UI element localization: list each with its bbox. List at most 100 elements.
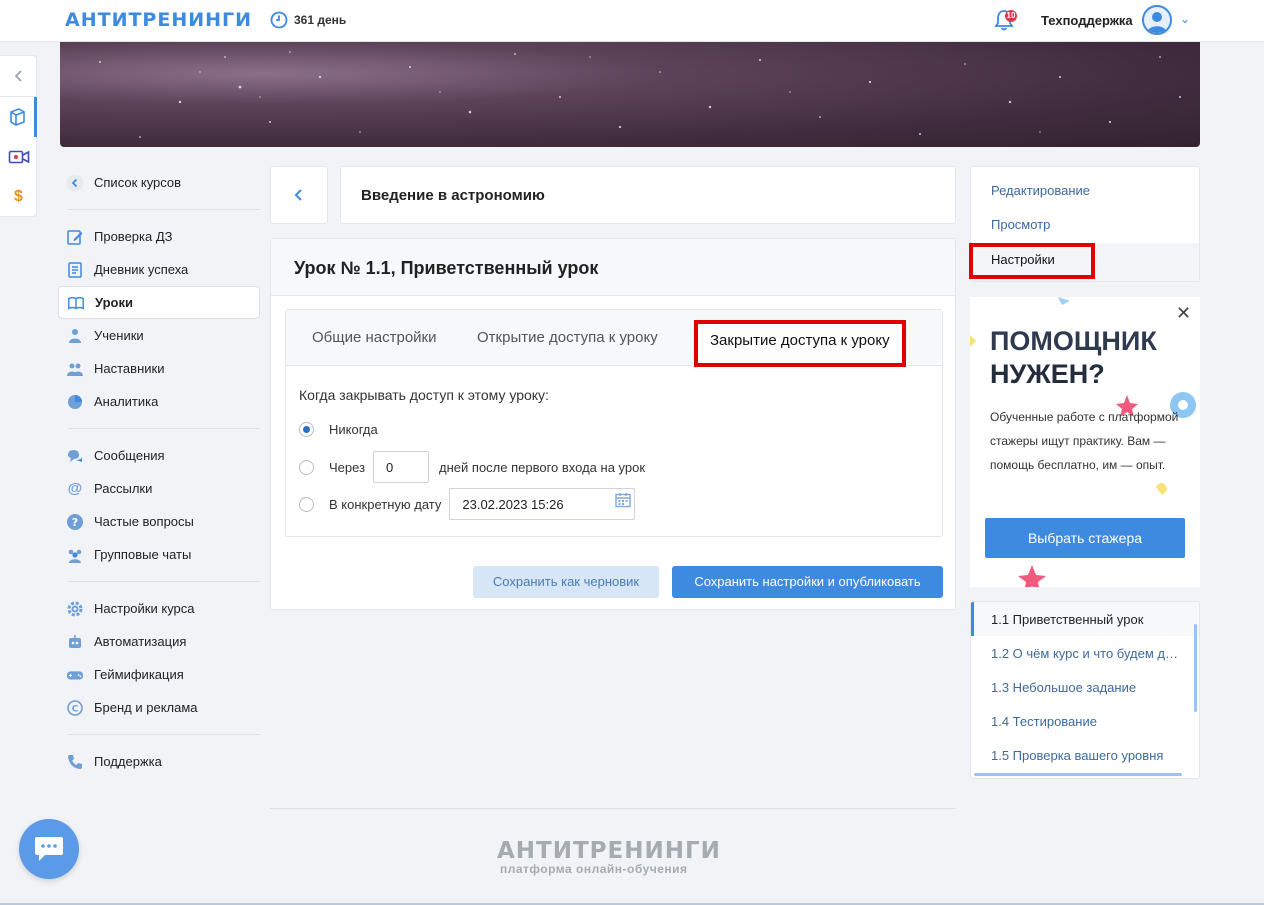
nav-course-settings[interactable]: Настройки курса bbox=[58, 592, 260, 625]
vertical-scrollbar[interactable] bbox=[1194, 624, 1197, 712]
close-icon[interactable]: ✕ bbox=[1176, 303, 1191, 324]
footer-tagline: платформа онлайн-обучения bbox=[500, 862, 688, 876]
option-never[interactable]: Никогда bbox=[299, 422, 378, 437]
nav-label: Геймификация bbox=[94, 667, 184, 682]
notifications-button[interactable]: 10 bbox=[993, 8, 1017, 34]
days-label: 361 день bbox=[294, 13, 347, 27]
nav-students[interactable]: Ученики bbox=[58, 319, 260, 352]
book-icon bbox=[67, 294, 85, 312]
nav-mentors[interactable]: Наставники bbox=[58, 352, 260, 385]
tab-close-access[interactable]: Закрытие доступа к уроку bbox=[694, 320, 906, 367]
course-nav: Список курсов Проверка ДЗ Дневник успеха… bbox=[58, 166, 260, 778]
nav-faq[interactable]: ? Частые вопросы bbox=[58, 505, 260, 538]
lesson-list-item[interactable]: 1.3 Небольшое задание bbox=[991, 680, 1183, 695]
tab-open-access[interactable]: Открытие доступа к уроку bbox=[477, 329, 658, 346]
nav-success-diary[interactable]: Дневник успеха bbox=[58, 253, 260, 286]
nav-gamification[interactable]: Геймификация bbox=[58, 658, 260, 691]
app-logo[interactable]: АНТИТРЕНИНГИ bbox=[65, 9, 252, 31]
choose-intern-button[interactable]: Выбрать стажера bbox=[985, 518, 1185, 558]
pie-chart-icon bbox=[66, 393, 84, 411]
nav-homework[interactable]: Проверка ДЗ bbox=[58, 220, 260, 253]
date-value: 23.02.2023 15:26 bbox=[462, 497, 564, 512]
horizontal-scrollbar[interactable] bbox=[974, 773, 1182, 776]
rail-courses[interactable] bbox=[0, 97, 37, 137]
chat-button[interactable] bbox=[19, 819, 79, 879]
nav-label: Список курсов bbox=[94, 175, 182, 190]
nav-messages[interactable]: Сообщения bbox=[58, 439, 260, 472]
nav-divider bbox=[68, 428, 260, 429]
rail-payments[interactable]: $ bbox=[0, 177, 37, 217]
nav-label: Аналитика bbox=[94, 394, 159, 409]
nav-group-chats[interactable]: Групповые чаты bbox=[58, 538, 260, 571]
dollar-icon: $ bbox=[14, 188, 23, 205]
menu-preview[interactable]: Просмотр bbox=[991, 217, 1050, 232]
nav-label: Групповые чаты bbox=[94, 547, 192, 562]
gear-icon bbox=[66, 600, 84, 618]
intern-ad: ✕ ПОМОЩНИК НУЖЕН? Обученные работе с пла… bbox=[970, 297, 1200, 587]
lesson-list-item[interactable]: 1.1 Приветственный урок bbox=[991, 612, 1183, 627]
days-counter: 361 день bbox=[270, 11, 346, 29]
lesson-heading: Урок № 1.1, Приветственный урок bbox=[271, 239, 955, 296]
nav-label: Сообщения bbox=[94, 448, 165, 463]
nav-analytics[interactable]: Аналитика bbox=[58, 385, 260, 418]
nav-course-list[interactable]: Список курсов bbox=[58, 166, 260, 199]
nav-label: Уроки bbox=[95, 295, 133, 310]
option-after-days[interactable]: Через 0 дней после первого входа на урок bbox=[299, 451, 645, 483]
option-after-suffix: дней после первого входа на урок bbox=[439, 459, 646, 475]
video-camera-icon bbox=[8, 150, 29, 164]
nav-automation[interactable]: Автоматизация bbox=[58, 625, 260, 658]
back-button[interactable] bbox=[270, 166, 328, 224]
nav-label: Дневник успеха bbox=[94, 262, 189, 277]
radio-after-days[interactable] bbox=[299, 459, 314, 475]
lesson-list-item[interactable]: 1.5 Проверка вашего уровня bbox=[991, 748, 1183, 763]
calendar-icon[interactable] bbox=[614, 491, 632, 509]
clock-icon bbox=[270, 11, 288, 29]
course-banner bbox=[60, 42, 1200, 147]
save-draft-button[interactable]: Сохранить как черновик bbox=[473, 566, 659, 598]
copyright-icon: C bbox=[66, 699, 84, 717]
option-never-label: Никогда bbox=[329, 422, 378, 437]
access-settings-panel: Общие настройки Открытие доступа к уроку… bbox=[285, 309, 943, 537]
back-circle-icon bbox=[66, 174, 84, 192]
mentors-icon bbox=[66, 360, 84, 378]
collapse-button[interactable] bbox=[0, 56, 37, 96]
user-icon bbox=[1147, 12, 1167, 33]
option-specific-date[interactable]: В конкретную дату 23.02.2023 15:26 bbox=[299, 488, 636, 520]
ad-title-line1: ПОМОЩНИК bbox=[990, 326, 1157, 356]
icon-rail: $ bbox=[0, 55, 37, 217]
avatar[interactable] bbox=[1142, 5, 1172, 35]
nav-divider bbox=[68, 209, 260, 210]
svg-text:C: C bbox=[72, 704, 79, 714]
lesson-list-item[interactable]: 1.2 О чём курс и что будем делать bbox=[991, 646, 1183, 661]
nav-label: Бренд и реклама bbox=[94, 700, 198, 715]
radio-specific-date[interactable] bbox=[299, 496, 314, 512]
nav-mailings[interactable]: @ Рассылки bbox=[58, 472, 260, 505]
robot-icon bbox=[66, 633, 84, 651]
svg-text:?: ? bbox=[72, 516, 78, 529]
chat-bubble-icon bbox=[35, 837, 63, 861]
gamepad-icon bbox=[66, 666, 84, 684]
footer-logo: АНТИТРЕНИНГИ bbox=[497, 838, 721, 864]
radio-never[interactable] bbox=[299, 422, 314, 437]
footer-divider bbox=[270, 808, 956, 809]
messages-icon bbox=[66, 447, 84, 465]
course-box-icon bbox=[10, 108, 25, 126]
chevron-left-icon bbox=[14, 70, 22, 82]
students-icon bbox=[66, 327, 84, 345]
nav-label: Автоматизация bbox=[94, 634, 187, 649]
save-publish-button[interactable]: Сохранить настройки и опубликовать bbox=[672, 566, 943, 598]
nav-support[interactable]: Поддержка bbox=[58, 745, 260, 778]
tab-general[interactable]: Общие настройки bbox=[312, 329, 437, 346]
nav-lessons[interactable]: Уроки bbox=[58, 286, 260, 319]
user-menu-chevron-icon[interactable]: ⌄ bbox=[1180, 12, 1190, 26]
days-input[interactable]: 0 bbox=[373, 451, 430, 483]
diary-icon bbox=[66, 261, 84, 279]
date-input[interactable]: 23.02.2023 15:26 bbox=[449, 488, 636, 520]
rail-webinars[interactable] bbox=[0, 137, 37, 177]
menu-settings[interactable]: Настройки bbox=[969, 243, 1095, 279]
user-name[interactable]: Техподдержка bbox=[1041, 13, 1133, 28]
top-bar: АНТИТРЕНИНГИ 361 день 10 Техподдержка ⌄ bbox=[0, 0, 1264, 42]
nav-brand[interactable]: C Бренд и реклама bbox=[58, 691, 260, 724]
menu-edit[interactable]: Редактирование bbox=[991, 183, 1090, 198]
lesson-list-item[interactable]: 1.4 Тестирование bbox=[991, 714, 1183, 729]
